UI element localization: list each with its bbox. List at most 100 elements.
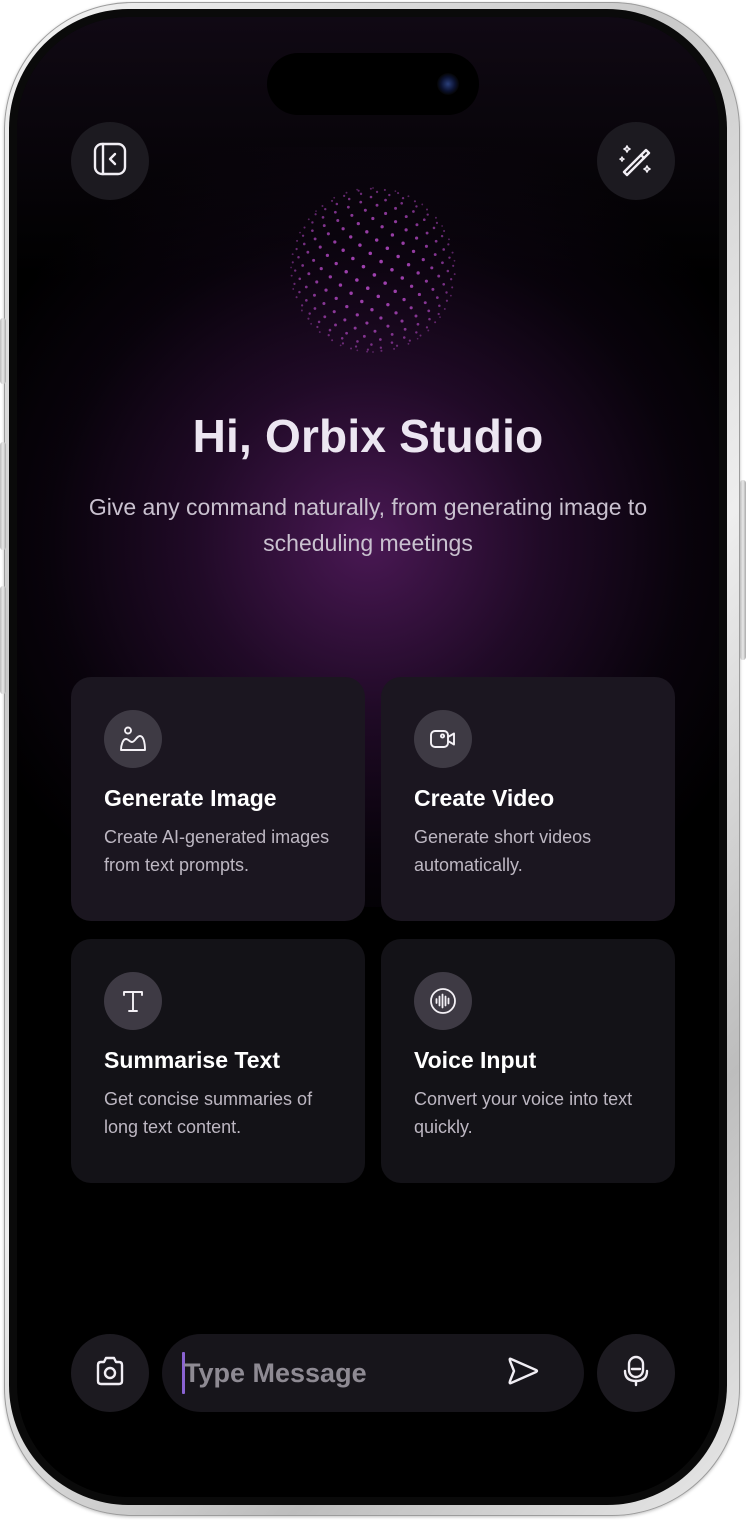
orb-dot bbox=[393, 220, 398, 224]
orb-dot bbox=[390, 332, 394, 336]
orb-dot bbox=[359, 200, 363, 204]
orb-dot bbox=[310, 322, 313, 325]
orb-dot bbox=[345, 331, 348, 335]
orb-dot bbox=[321, 205, 324, 207]
orb-dot bbox=[408, 339, 411, 342]
orb-dot bbox=[409, 306, 413, 310]
camera-button[interactable] bbox=[71, 1334, 149, 1412]
orb-dot bbox=[334, 296, 338, 301]
orb-dot bbox=[313, 237, 317, 241]
orb-dot bbox=[298, 277, 302, 281]
orb-dot bbox=[379, 316, 383, 320]
power-button bbox=[740, 480, 746, 660]
orb-dot bbox=[325, 253, 330, 257]
orb-dot bbox=[297, 256, 300, 259]
orb-dot bbox=[358, 243, 362, 247]
orb-dot bbox=[393, 289, 397, 294]
orb-dot bbox=[290, 274, 293, 277]
orb-dot bbox=[400, 319, 404, 323]
orb-dot bbox=[311, 229, 314, 232]
orb-dot bbox=[397, 192, 400, 195]
orb-dot bbox=[299, 231, 301, 234]
card-description: Generate short videos automatically. bbox=[414, 827, 592, 875]
orb-dot bbox=[438, 304, 441, 308]
microphone-button[interactable] bbox=[597, 1334, 675, 1412]
orb-dot bbox=[384, 198, 387, 202]
orb-dot bbox=[447, 243, 450, 246]
sidebar-toggle-button[interactable] bbox=[71, 122, 149, 200]
orb-dot bbox=[328, 275, 332, 279]
orb-dot bbox=[354, 345, 358, 348]
orb-dot bbox=[304, 285, 308, 289]
orb-dot bbox=[303, 226, 306, 229]
orb-dot bbox=[432, 226, 436, 230]
orb-dot bbox=[347, 197, 351, 201]
orb-dot bbox=[404, 215, 408, 219]
orb-dot bbox=[434, 216, 437, 219]
orb-dot bbox=[409, 284, 414, 288]
orb-dot bbox=[379, 259, 383, 264]
orb-dot bbox=[373, 329, 377, 333]
orb-dot bbox=[301, 234, 305, 237]
image-icon bbox=[104, 710, 162, 768]
card-generate-image[interactable]: Generate Image Create AI-generated image… bbox=[71, 677, 365, 921]
orb-dot bbox=[315, 280, 319, 284]
orb-dot bbox=[355, 278, 359, 282]
orb-dot bbox=[372, 351, 374, 353]
orb-dot bbox=[308, 312, 311, 315]
orb-dot bbox=[441, 261, 444, 265]
orb-dot bbox=[435, 296, 439, 299]
orb-dot bbox=[416, 271, 420, 275]
orb-dot bbox=[406, 263, 411, 267]
orb-dot bbox=[395, 344, 399, 347]
orb-dot bbox=[419, 334, 422, 337]
orb-dot bbox=[453, 259, 456, 262]
orb-dot bbox=[371, 216, 375, 221]
orb-dot bbox=[421, 203, 424, 206]
orb-dot bbox=[380, 225, 384, 229]
card-create-video[interactable]: Create Video Generate short videos autom… bbox=[381, 677, 675, 921]
orb-dot bbox=[341, 227, 345, 231]
orb-dot bbox=[445, 291, 448, 294]
message-input[interactable] bbox=[184, 1348, 484, 1398]
orb-dot bbox=[379, 338, 382, 341]
orb-dot bbox=[441, 225, 443, 227]
orb-dot bbox=[307, 317, 310, 320]
send-button[interactable] bbox=[500, 1352, 546, 1394]
orb-dot bbox=[416, 322, 420, 326]
text-icon bbox=[104, 972, 162, 1030]
orb-dot bbox=[322, 301, 326, 305]
orb-dot bbox=[333, 210, 337, 214]
orb-dot bbox=[433, 253, 437, 256]
orb-dot bbox=[452, 264, 455, 267]
orb-dot bbox=[351, 256, 355, 261]
orb-dot bbox=[343, 318, 347, 322]
orb-dot bbox=[383, 281, 387, 285]
orb-dot bbox=[414, 314, 418, 318]
orb-dot bbox=[312, 258, 316, 262]
orb-dot bbox=[365, 286, 370, 290]
orb-dot bbox=[307, 218, 310, 221]
orb-dot bbox=[431, 287, 435, 291]
orb-dot bbox=[385, 246, 390, 251]
card-title: Summarise Text bbox=[104, 1047, 280, 1073]
voice-wave-icon bbox=[414, 972, 472, 1030]
orb-dot bbox=[331, 339, 334, 342]
message-bar bbox=[162, 1334, 584, 1412]
orb-dot bbox=[334, 261, 338, 266]
card-voice-input[interactable]: Voice Input Convert your voice into text… bbox=[381, 939, 675, 1183]
send-icon bbox=[504, 1352, 542, 1395]
orb-dot bbox=[345, 304, 349, 309]
orb-dot bbox=[372, 273, 377, 277]
screen: Hi, Orbix Studio Give any command natura… bbox=[17, 17, 719, 1497]
card-summarise-text[interactable]: Summarise Text Get concise summaries of … bbox=[71, 939, 365, 1183]
orb-dot bbox=[388, 193, 391, 197]
orb-dot bbox=[453, 273, 456, 276]
orb-dot bbox=[302, 242, 306, 246]
orb-dot bbox=[349, 235, 353, 239]
magic-button[interactable] bbox=[597, 122, 675, 200]
orb-dot bbox=[402, 297, 406, 302]
orb-dot bbox=[427, 309, 431, 313]
orb-dot bbox=[394, 311, 398, 315]
orb-dot bbox=[390, 233, 395, 237]
